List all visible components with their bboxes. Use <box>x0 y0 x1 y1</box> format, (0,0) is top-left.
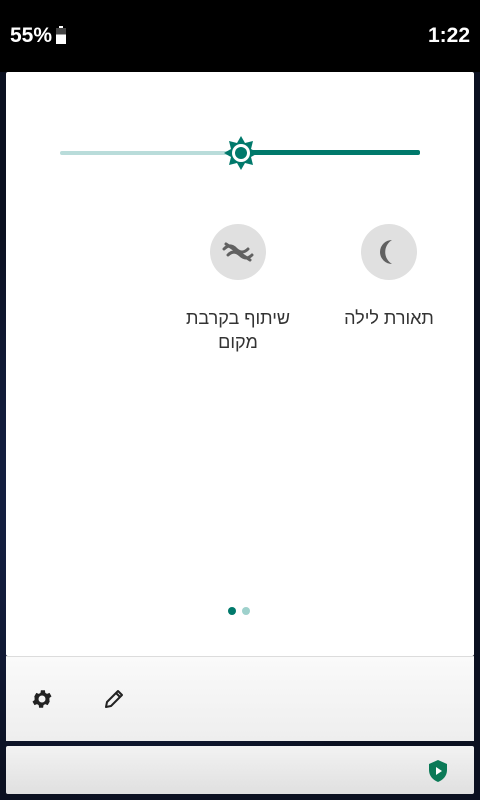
tile-label-nearby-share: שיתוף בקרבת מקום <box>185 308 291 352</box>
edit-button[interactable] <box>100 685 128 713</box>
tile-label-night-light: תאורת לילה <box>344 308 434 328</box>
pencil-icon <box>105 690 123 708</box>
night-light-toggle[interactable] <box>361 224 417 280</box>
brightness-track-inactive <box>60 151 240 155</box>
quick-settings-footer <box>6 656 474 741</box>
settings-button[interactable] <box>28 685 56 713</box>
nearby-share-icon <box>222 242 254 262</box>
page-indicator <box>228 607 252 617</box>
page-dot-active <box>228 607 236 615</box>
brightness-slider[interactable] <box>60 135 420 171</box>
play-protect-icon <box>429 760 447 782</box>
page-dot <box>242 607 250 615</box>
battery-percent: 55% <box>10 24 53 47</box>
nearby-share-toggle[interactable] <box>210 224 266 280</box>
battery-icon <box>56 26 66 44</box>
clock: 1:22 <box>427 24 470 47</box>
moon-icon <box>380 240 392 264</box>
brightness-track-active <box>240 150 420 155</box>
brightness-icon[interactable] <box>223 135 259 171</box>
notification-bar[interactable] <box>6 746 474 794</box>
tile-nearby-share[interactable]: שיתוף בקרבת מקום <box>173 224 303 354</box>
status-bar: 55% 1:22 <box>0 0 480 72</box>
quick-settings-panel: תאורת לילה שיתוף בקרבת מקום <box>6 72 474 656</box>
gear-icon <box>32 690 52 708</box>
tile-night-light[interactable]: תאורת לילה <box>324 224 454 330</box>
